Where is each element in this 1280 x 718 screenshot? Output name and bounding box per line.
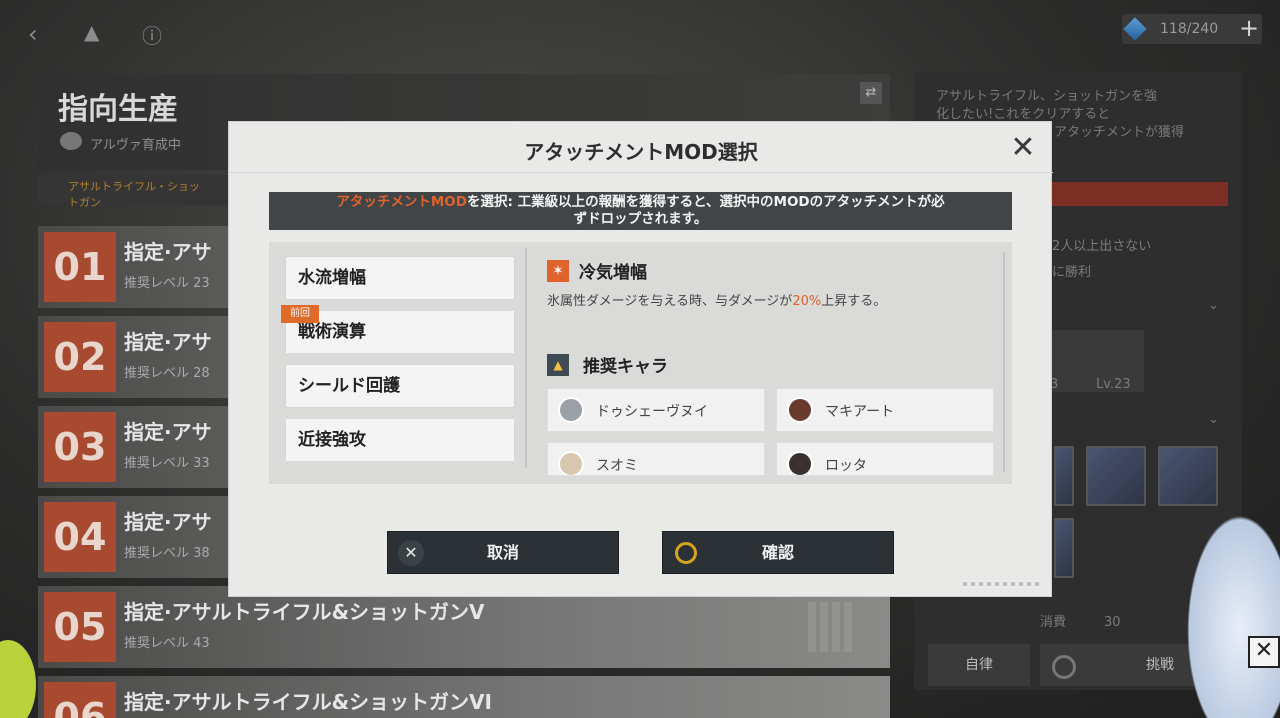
stage-level: 推奨レベル 38 <box>124 546 210 561</box>
close-icon[interactable]: ✕ <box>1007 132 1039 164</box>
avatar <box>787 451 813 475</box>
detail-scrollbar[interactable] <box>1003 252 1005 472</box>
stage-condition: に勝利 <box>1052 265 1092 280</box>
stage-title: 指定·アサ <box>124 330 212 354</box>
resource-counter: 118/240 + <box>1122 14 1262 44</box>
reward-item[interactable] <box>1158 446 1218 506</box>
stage-title: 指定·アサルトライフル&ショットガンV <box>124 600 485 624</box>
cost-value: 30 <box>1104 615 1121 630</box>
switch-icon[interactable]: ⇄ <box>860 82 882 104</box>
avatar <box>558 451 584 475</box>
stage-level: 推奨レベル 23 <box>124 276 210 291</box>
list-scrollbar[interactable] <box>525 248 527 468</box>
stage-condition: 2人以上出さない <box>1052 239 1152 254</box>
confirm-button[interactable]: 確認 <box>662 531 894 574</box>
character-card[interactable]: ロッタ <box>776 442 994 476</box>
mod-option[interactable]: 戦術演算 <box>285 310 515 354</box>
cost-label: 消費 <box>1040 615 1067 630</box>
mod-detail: ✶ 冷気増幅 氷属性ダメージを与える時、与ダメージが20%上昇する。 ▲ 推奨キ… <box>547 256 1003 476</box>
mod-option-list: 水流増幅 戦術演算 シールド回護 近接強攻 <box>285 246 525 468</box>
auto-battle-button[interactable]: 自律 <box>928 644 1030 686</box>
stage-number: 02 <box>44 322 116 392</box>
dialog-notice: アタッチメントMODを選択: 工業級以上の報酬を獲得すると、選択中のMODのアタ… <box>269 192 1012 230</box>
stage-number: 06 <box>44 682 116 718</box>
frost-icon: ✶ <box>547 260 569 282</box>
stage-title: 指定·アサ <box>124 510 212 534</box>
add-resource-button[interactable]: + <box>1236 14 1262 44</box>
stage-level: 推奨レベル 28 <box>124 366 210 381</box>
character-card[interactable]: ドゥシェーヴヌイ <box>547 388 765 432</box>
training-status: アルヴァ育成中 <box>90 138 181 153</box>
stage-level: 推奨レベル 43 <box>124 636 210 651</box>
resource-count: 118/240 <box>1160 21 1219 37</box>
triangle-logo-icon[interactable]: ▲ <box>84 20 99 44</box>
stage-row[interactable]: 05 指定·アサルトライフル&ショットガンV 推奨レベル 43 <box>38 586 890 668</box>
notice-text: ずドロップされます。 <box>573 211 708 227</box>
close-icon: ✕ <box>398 540 424 566</box>
character-card[interactable]: マキアート <box>776 388 994 432</box>
stage-emblem-icon <box>808 602 854 652</box>
avatar <box>558 397 584 423</box>
mod-option[interactable]: 近接強攻 <box>285 418 515 462</box>
avatar <box>787 397 813 423</box>
stage-description-line: アサルトライフル、ショットガンを強 <box>936 89 1158 104</box>
mascot-character <box>1180 500 1280 718</box>
previous-badge: 前回 <box>281 305 319 323</box>
character-icon <box>60 132 82 150</box>
close-icon[interactable]: ✕ <box>1248 636 1280 668</box>
notice-highlight: アタッチメントMOD <box>336 194 467 210</box>
reward-item[interactable] <box>1054 518 1074 578</box>
mod-name: 冷気増幅 <box>579 263 647 283</box>
stage-number: 03 <box>44 412 116 482</box>
stage-description-line: アタッチメントが獲得 <box>1054 125 1185 140</box>
character-card[interactable]: スオミ <box>547 442 765 476</box>
divider <box>229 172 1053 173</box>
character-name: ロッタ <box>825 458 867 474</box>
enemy-level: Lv.23 <box>1096 377 1131 392</box>
reward-item[interactable] <box>1086 446 1146 506</box>
info-icon[interactable]: ⓘ <box>142 20 162 49</box>
chevron-down-icon[interactable]: ⌄ <box>1208 298 1219 313</box>
mod-option[interactable]: シールド回護 <box>285 364 515 408</box>
page-title: 指向生産 <box>58 92 178 127</box>
recommended-label: 推奨キャラ <box>583 357 668 377</box>
cancel-button[interactable]: ✕ 取消 <box>387 531 619 574</box>
notice-text: を選択: 工業級以上の報酬を獲得すると、選択中のMODのアタッチメントが必 <box>466 194 945 210</box>
stage-number: 04 <box>44 502 116 572</box>
mod-description-text: 氷属性ダメージを与える時、与ダメージが <box>547 294 793 309</box>
attachment-mod-dialog: アタッチメントMOD選択 ✕ アタッチメントMODを選択: 工業級以上の報酬を獲… <box>228 121 1053 597</box>
stage-title: 指定·アサ <box>124 240 212 264</box>
thumbs-up-icon: ▲ <box>547 354 569 376</box>
stage-number: 01 <box>44 232 116 302</box>
chevron-down-icon[interactable]: ⌄ <box>1208 412 1219 427</box>
stage-level: 推奨レベル 33 <box>124 456 210 471</box>
character-name: ドゥシェーヴヌイ <box>596 404 708 420</box>
stage-title: 指定·アサルトライフル&ショットガンVI <box>124 690 492 714</box>
character-name: マキアート <box>825 404 895 420</box>
back-arrow-icon[interactable]: ‹ <box>28 20 38 48</box>
stage-title: 指定·アサ <box>124 420 212 444</box>
category-strip: アサルトライフル・ショットガン <box>38 175 238 209</box>
character-name: スオミ <box>596 458 638 474</box>
circle-icon <box>675 542 697 564</box>
stage-row[interactable]: 06 指定·アサルトライフル&ショットガンVI <box>38 676 890 718</box>
cancel-label: 取消 <box>486 543 519 562</box>
mod-option[interactable]: 水流増幅 <box>285 256 515 300</box>
mod-description-value: 20% <box>792 294 822 309</box>
mod-description-text: 上昇する。 <box>821 294 887 309</box>
dialog-title: アタッチメントMOD選択 <box>524 140 758 164</box>
mod-description: 氷属性ダメージを与える時、与ダメージが20%上昇する。 <box>547 290 886 309</box>
reward-item[interactable] <box>1054 446 1074 506</box>
gear-icon <box>1052 655 1076 679</box>
decorative-dots <box>963 582 1043 586</box>
confirm-label: 確認 <box>761 543 794 562</box>
resource-gem-icon <box>1123 17 1147 41</box>
stage-number: 05 <box>44 592 116 662</box>
